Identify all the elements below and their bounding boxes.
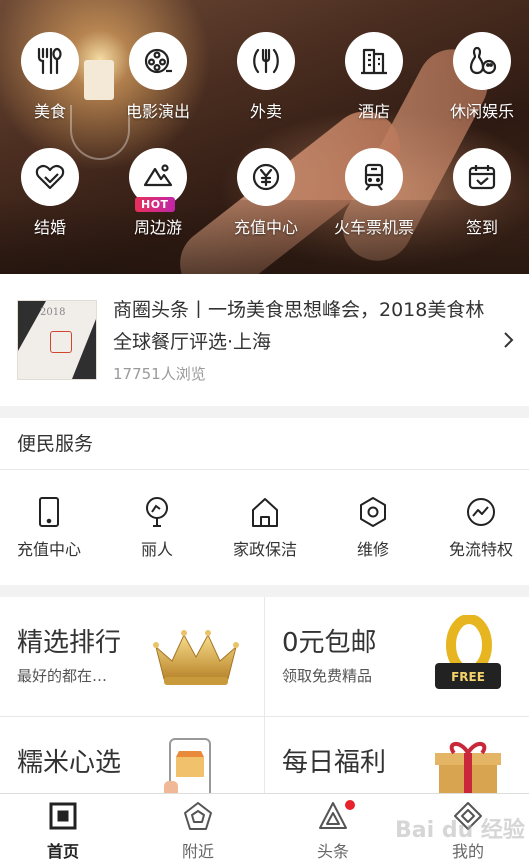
card-subtitle: 最好的都在… [17,667,108,685]
bowling-icon [453,32,511,90]
category-leisure[interactable]: 休闲娱乐 [428,32,529,122]
takeout-icon [237,32,295,90]
service-housekeeping[interactable]: 家政保洁 [212,496,318,560]
card-title: 精选排行 [17,628,122,658]
category-label: 电影演出 [125,102,190,121]
convenience-services: 便民服务 充值中心 丽人 家政保洁 维修 免流特权 [0,418,529,585]
service-recharge[interactable]: 充值中心 [0,496,102,560]
news-title: 商圈头条丨一场美食思想峰会，2018美食林全球餐厅评选·上海 [113,299,485,353]
card-nuomi-picks[interactable]: 糯米心选 [0,717,264,793]
category-label: 充值中心 [233,218,298,237]
category-nearby-tour[interactable]: HOT 周边游 [104,148,212,238]
card-ranking[interactable]: 精选排行 最好的都在… [0,597,264,717]
category-hotel[interactable]: 酒店 [320,32,428,122]
heart-icon [21,148,79,206]
notification-dot [345,800,355,810]
thumbnail-year: 2018 [40,307,66,318]
watermark: Bai du 经验 [395,818,525,843]
service-beauty[interactable]: 丽人 [104,496,210,560]
card-daily-benefits[interactable]: 每日福利 [265,717,529,793]
news-view-count: 17751人浏览 [113,365,206,383]
card-title: 糯米心选 [17,748,122,778]
pentagon-icon [184,802,212,830]
tab-headlines[interactable]: 头条 [267,800,399,862]
mountain-icon: HOT [129,148,187,212]
headline-news-card[interactable]: 2018 商圈头条丨一场美食思想峰会，2018美食林全球餐厅评选·上海 1775… [0,274,529,406]
thumbnail-stamp [50,331,72,353]
service-label: 免流特权 [448,540,513,559]
service-label: 维修 [356,540,389,559]
card-subtitle: 领取免费精品 [282,667,373,685]
category-label: 酒店 [357,102,390,121]
category-takeout[interactable]: 外卖 [212,32,320,122]
category-tickets[interactable]: 火车票机票 [320,148,428,238]
category-recharge[interactable]: 充值中心 [212,148,320,238]
category-label: 美食 [33,102,66,121]
hex-nut-icon [360,497,386,527]
house-icon [252,498,278,527]
crown-icon [153,630,239,685]
phone-icon [39,497,59,527]
category-food[interactable]: 美食 [0,32,104,122]
hot-badge: HOT [135,197,175,212]
card-free-shipping[interactable]: 0元包邮 领取免费精品 FREE [265,597,529,717]
category-label: 外卖 [249,102,282,121]
category-wedding[interactable]: 结婚 [0,148,104,238]
tab-nearby[interactable]: 附近 [132,800,264,862]
category-label: 休闲娱乐 [449,102,514,121]
free-badge-icon: FREE [435,615,501,689]
tab-label: 首页 [46,842,79,861]
trend-icon [467,498,495,526]
train-icon [345,148,403,206]
svg-text:FREE: FREE [451,670,485,684]
service-label: 家政保洁 [232,540,297,559]
category-movie[interactable]: 电影演出 [104,32,212,122]
home-square-icon [49,802,77,830]
category-checkin[interactable]: 签到 [428,148,529,238]
calendar-check-icon [453,148,511,206]
tab-label: 头条 [316,842,349,861]
news-thumbnail: 2018 [17,300,97,380]
thumbnail-shade [72,319,96,379]
tab-label: 附近 [181,842,214,861]
tab-home[interactable]: 首页 [0,800,129,862]
hero-banner: 美食 电影演出 外卖 酒店 休闲娱乐 结婚 HOT 周边游 充值中心 火车票机票… [0,0,529,274]
fork-spoon-icon [21,32,79,90]
service-repair[interactable]: 维修 [320,496,426,560]
category-label: 火车票机票 [333,218,414,237]
service-label: 丽人 [140,540,173,559]
gift-box-icon [435,742,501,793]
film-reel-icon [129,32,187,90]
yen-coin-icon [237,148,295,206]
service-free-data[interactable]: 免流特权 [428,496,529,560]
category-label: 周边游 [133,218,182,237]
hotel-icon [345,32,403,90]
category-label: 结婚 [33,218,66,237]
mirror-icon [146,497,168,527]
promo-cards: 精选排行 最好的都在… 0元包邮 领取免费精品 FREE 糯米心选 每日福利 [0,597,529,793]
card-title: 每日福利 [282,748,387,778]
phone-shop-icon [164,738,211,793]
service-label: 充值中心 [16,540,81,559]
card-title: 0元包邮 [282,628,377,658]
category-label: 签到 [465,218,498,237]
chevron-right-icon [504,332,514,348]
services-title: 便民服务 [0,418,529,470]
